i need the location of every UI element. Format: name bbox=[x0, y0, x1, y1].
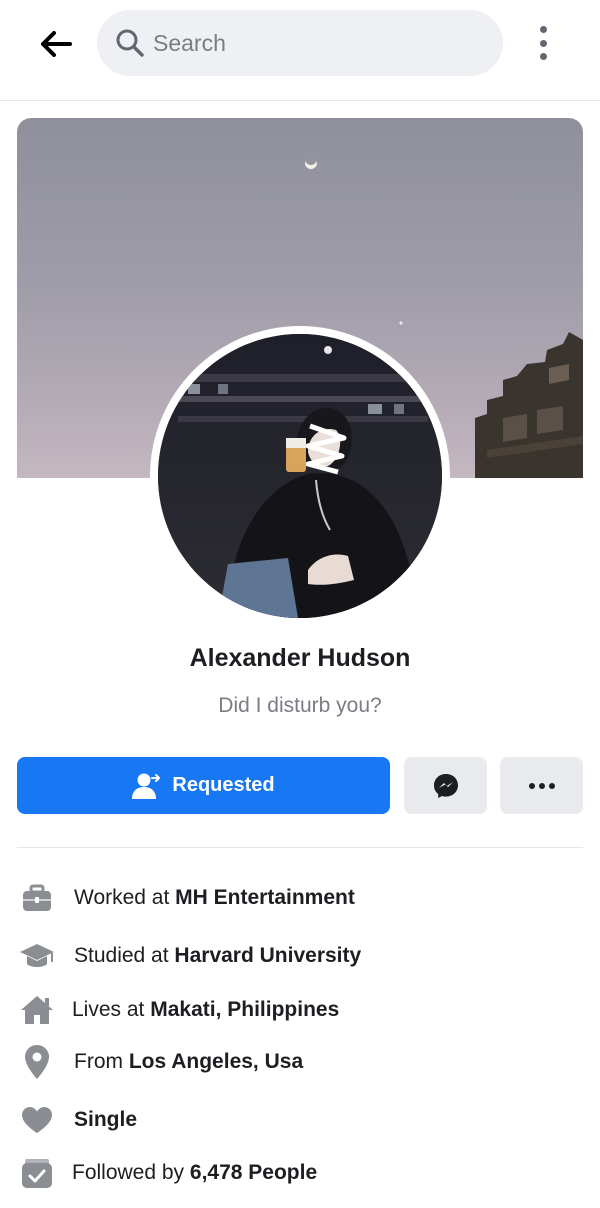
briefcase-icon bbox=[18, 879, 56, 917]
profile-picture-frame bbox=[150, 326, 450, 626]
about-relationship: Single bbox=[18, 1100, 137, 1140]
profile-name: Alexander Hudson bbox=[189, 644, 411, 672]
about-work: Worked at MH Entertainment bbox=[18, 878, 355, 918]
about-followers-prefix: Followed by bbox=[72, 1161, 185, 1184]
followers-icon bbox=[18, 1154, 56, 1192]
about-lives-value[interactable]: Makati, Philippines bbox=[150, 998, 339, 1021]
about-from-value[interactable]: Los Angeles, Usa bbox=[129, 1050, 303, 1073]
search-bar[interactable] bbox=[97, 10, 503, 76]
requested-button[interactable]: Requested bbox=[17, 757, 390, 814]
location-pin-icon bbox=[18, 1043, 56, 1081]
more-actions-button[interactable] bbox=[500, 757, 583, 814]
message-button[interactable] bbox=[404, 757, 487, 814]
about-education-value[interactable]: Harvard University bbox=[174, 944, 361, 967]
about-from-prefix: From bbox=[74, 1050, 123, 1073]
about-relationship-value: Single bbox=[74, 1108, 138, 1131]
about-education-prefix: Studied at bbox=[74, 944, 169, 967]
about-followers-value[interactable]: 6,478 People bbox=[190, 1161, 317, 1184]
about-from: From Los Angeles, Usa bbox=[18, 1042, 303, 1082]
home-icon bbox=[18, 991, 56, 1029]
profile-bio: Did I disturb you? bbox=[218, 694, 382, 717]
more-options-button[interactable] bbox=[528, 26, 558, 60]
heart-icon bbox=[18, 1101, 56, 1139]
search-input[interactable] bbox=[151, 28, 475, 58]
top-bar bbox=[0, 0, 600, 101]
search-icon bbox=[116, 29, 144, 57]
about-lives-prefix: Lives at bbox=[72, 998, 145, 1021]
graduation-cap-icon bbox=[18, 937, 56, 975]
about-lives: Lives at Makati, Philippines bbox=[18, 990, 339, 1030]
about-work-value[interactable]: MH Entertainment bbox=[175, 886, 355, 909]
user-requested-icon bbox=[132, 773, 161, 799]
more-horizontal-icon bbox=[528, 782, 555, 789]
section-divider bbox=[17, 847, 583, 848]
about-education: Studied at Harvard University bbox=[18, 936, 361, 976]
messenger-icon bbox=[433, 773, 458, 798]
about-followers: Followed by 6,478 People bbox=[18, 1153, 317, 1193]
about-work-prefix: Worked at bbox=[74, 886, 170, 909]
more-vertical-icon bbox=[539, 26, 547, 33]
requested-label: Requested bbox=[172, 774, 275, 796]
profile-picture[interactable] bbox=[158, 334, 442, 618]
arrow-left-icon bbox=[41, 31, 72, 57]
back-button[interactable] bbox=[34, 24, 78, 64]
